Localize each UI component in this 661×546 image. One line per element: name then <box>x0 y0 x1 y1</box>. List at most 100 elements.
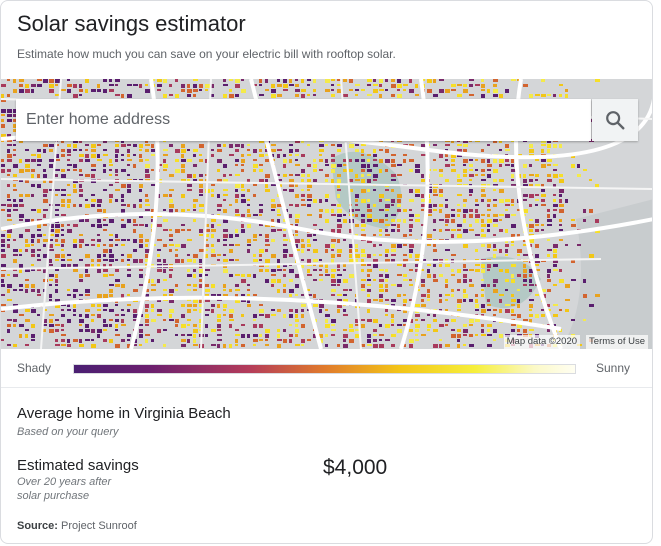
roof-tile <box>331 329 336 331</box>
roof-tile <box>421 279 425 283</box>
roof-tile <box>445 199 448 201</box>
roof-tile <box>217 254 221 256</box>
roof-tile <box>331 294 335 296</box>
terms-of-use-link[interactable]: Terms of Use <box>586 335 648 349</box>
address-input[interactable] <box>24 110 568 130</box>
search-button[interactable] <box>592 99 638 141</box>
roof-tile <box>385 89 388 91</box>
roof-tile <box>463 294 468 298</box>
roof-tile <box>85 154 89 158</box>
roof-tile <box>295 324 298 327</box>
roof-tile <box>463 214 466 218</box>
roof-tile <box>475 204 479 206</box>
roof-tile <box>331 209 334 213</box>
roof-tile <box>445 229 450 231</box>
roof-tile <box>127 94 132 98</box>
roof-tile <box>139 239 143 243</box>
roof-tile <box>61 149 65 152</box>
roof-tile <box>241 214 245 217</box>
roof-tile <box>553 249 557 253</box>
roof-tile <box>463 334 467 336</box>
roof-tile <box>61 189 66 191</box>
roof-tile <box>127 159 132 161</box>
roof-tile <box>499 269 503 272</box>
roof-tile <box>409 234 412 236</box>
roof-tile <box>325 334 328 337</box>
roof-tile <box>295 239 300 243</box>
roof-tile <box>193 94 196 97</box>
roof-tile <box>427 264 431 266</box>
roof-tile <box>373 259 378 262</box>
roof-tile <box>397 164 402 166</box>
roof-tile <box>1 304 6 306</box>
roof-tile <box>289 314 293 318</box>
roof-tile <box>145 339 148 343</box>
roof-tile <box>511 199 514 203</box>
roof-tile <box>361 269 364 272</box>
roof-tile <box>79 84 82 88</box>
roof-tile <box>361 89 365 91</box>
roof-tile <box>265 269 269 272</box>
roof-tile <box>121 209 125 213</box>
roof-tile <box>493 84 497 87</box>
roof-tile <box>229 204 232 206</box>
roof-tile <box>355 179 360 181</box>
roof-tile <box>67 319 71 323</box>
roof-tile <box>91 169 96 171</box>
roof-tile <box>559 269 562 272</box>
roof-tile <box>1 249 5 252</box>
roof-tile <box>229 234 233 238</box>
roof-tile <box>163 319 166 321</box>
roof-tile <box>403 234 407 237</box>
roof-tile <box>61 224 64 227</box>
roof-tile <box>301 79 304 83</box>
roof-tile <box>487 329 490 332</box>
roof-tile <box>325 249 328 253</box>
roof-tile <box>343 219 347 223</box>
roof-tile <box>421 299 424 302</box>
roof-tile <box>61 249 64 251</box>
roof-tile <box>115 144 119 147</box>
roof-tile <box>511 294 514 297</box>
roof-tile <box>307 234 312 237</box>
roof-tile <box>109 164 113 166</box>
roof-tile <box>583 169 587 171</box>
roof-tile <box>289 289 294 293</box>
roof-tile <box>97 144 101 146</box>
roof-tile <box>379 234 382 236</box>
roof-tile <box>175 244 180 247</box>
roof-tile <box>439 169 443 172</box>
roof-tile <box>589 209 593 213</box>
roof-tile <box>97 199 102 203</box>
roof-tile <box>55 239 58 242</box>
roof-tile <box>229 259 234 261</box>
roof-tile <box>49 159 54 162</box>
roof-tile <box>541 164 546 168</box>
roof-tile <box>193 344 198 346</box>
roof-tile <box>109 259 114 262</box>
roof-tile <box>307 164 311 167</box>
legend-gradient-bar <box>73 364 576 374</box>
roof-tile <box>25 334 28 338</box>
roof-tile <box>295 344 300 346</box>
roof-tile <box>277 334 280 338</box>
roof-tile <box>91 194 95 196</box>
roof-tile <box>505 149 510 151</box>
roof-tile <box>259 149 262 152</box>
roof-tile <box>457 269 461 273</box>
roof-tile <box>145 164 150 168</box>
roof-tile <box>247 204 250 206</box>
roof-tile <box>391 179 396 181</box>
roof-tile <box>481 334 486 336</box>
roof-tile <box>493 314 496 316</box>
roof-tile <box>253 254 256 257</box>
roof-tile <box>409 199 414 202</box>
roof-tile <box>541 224 544 226</box>
roof-tile <box>343 344 348 348</box>
roof-tile <box>85 89 88 93</box>
roof-tile <box>103 209 106 213</box>
roof-tile <box>439 154 443 158</box>
roof-tile <box>7 324 11 327</box>
roof-tile <box>253 214 258 216</box>
roof-tile <box>13 204 18 207</box>
